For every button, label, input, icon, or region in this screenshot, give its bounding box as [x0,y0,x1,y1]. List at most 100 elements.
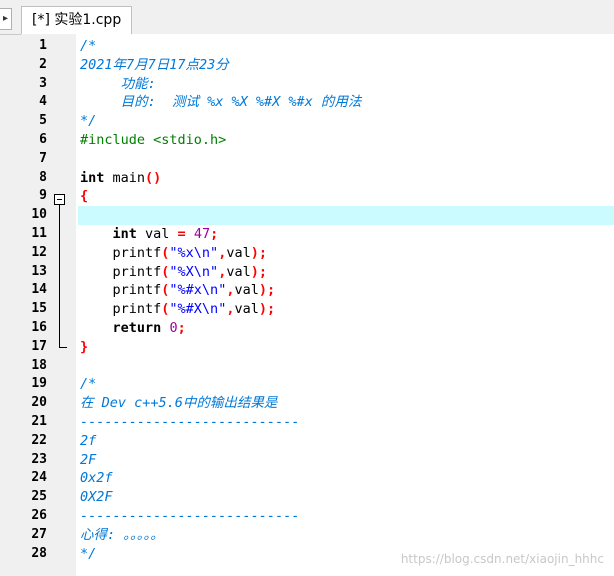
code-token: val [234,282,259,299]
line-text: */ [80,112,96,131]
line-number: 24 [31,470,47,486]
code-line[interactable]: 14 printf("%#x\n",val); [21,281,614,300]
line-number: 28 [31,545,47,561]
code-token: /* [80,38,97,54]
code-token: "%#x\n" [169,282,227,299]
code-token: ); [250,263,267,280]
code-line[interactable]: 3 功能: [21,75,614,94]
code-token: "%X\n" [169,263,219,280]
code-token: 在 Dev c++5.6中的输出结果是 [80,395,278,412]
code-line[interactable]: 13 printf("%X\n",val); [21,263,614,282]
line-number: 23 [31,451,47,467]
code-token: printf [80,282,162,299]
arrow-right-icon[interactable]: ▸ [0,8,12,30]
watermark: https://blog.csdn.net/xiaojin_hhhc [400,552,604,566]
code-token: printf [80,244,162,261]
line-number: 6 [39,131,47,147]
code-token: val [226,263,251,280]
line-text: printf("%#x\n",val); [80,281,276,300]
line-number: 21 [31,413,47,429]
code-line[interactable]: 12 printf("%x\n",val); [21,244,614,263]
code-token: 功能: [80,75,156,92]
line-number: 18 [31,357,47,373]
code-token: --------------------------- [80,507,300,524]
code-token: #include <stdio.h> [80,131,227,148]
code-token: { [80,188,89,205]
code-line[interactable]: 5 */ [21,112,614,131]
code-line[interactable]: 27 心得: 。。。。。 [21,526,614,545]
code-token: */ [80,545,97,562]
code-token: --------------------------- [80,413,300,430]
tab-bar: ▸ [*] 实验1.cpp [0,0,614,35]
code-line[interactable]: 23 2F [21,451,614,470]
code-token: ); [258,301,276,318]
code-line[interactable]: 6 #include <stdio.h> [21,131,614,150]
code-line[interactable]: 2 2021年7月7日17点23分 [21,56,614,75]
line-number: 15 [31,301,47,317]
line-number: 2 [39,56,47,72]
line-text: 心得: 。。。。。 [80,526,164,545]
line-text: /* [80,375,96,394]
line-number: 13 [31,263,47,279]
line-number: 9 [39,188,47,204]
code-line[interactable]: 19 /* [21,375,614,394]
line-text: 2f [80,432,96,451]
code-line[interactable]: 24 0x2f [21,469,614,488]
code-token: 心得: 。。。。。 [80,526,164,543]
current-line-highlight [78,206,614,225]
code-line[interactable]: 11 int val = 47; [21,225,614,244]
code-token: 0 [169,319,178,336]
code-line[interactable]: 17} [21,338,614,357]
line-text: /* [80,37,96,56]
line-number: 16 [31,319,47,335]
code-token: "%#X\n" [169,301,227,318]
line-number: 12 [31,244,47,260]
code-line[interactable]: 4 目的: 测试 %x %X %#X %#x 的用法 [21,93,614,112]
line-text: --------------------------- [80,413,299,432]
code-line[interactable]: 1 /* [21,37,614,56]
code-editor[interactable]: 1/* 2 2021年7月7日17点23分 3 功能: 4 目的: 测试 %x %X %… [21,34,614,576]
code-token: 2F [80,451,97,468]
code-line[interactable]: 25 0X2F [21,488,614,507]
code-line[interactable]: 15 printf("%#X\n",val); [21,300,614,319]
code-line[interactable]: 16 return 0; [21,319,614,338]
code-line[interactable]: 10 [21,206,614,225]
code-token: 47 [193,225,211,242]
line-number: 4 [39,94,47,110]
line-number: 20 [31,395,47,411]
code-token: = [177,225,186,242]
code-line[interactable]: 21 --------------------------- [21,413,614,432]
line-number: 22 [31,432,47,448]
line-text: --------------------------- [80,507,299,526]
line-text: { [80,187,88,206]
file-tab[interactable]: [*] 实验1.cpp [21,6,133,34]
code-token: 2f [80,432,97,449]
code-line[interactable]: 22 2f [21,432,614,451]
code-line[interactable]: 7 [21,150,614,169]
line-number: 7 [39,150,47,166]
line-text: */ [80,545,96,564]
line-text: 0x2f [80,469,113,488]
code-line[interactable]: 18 [21,357,614,376]
line-number: 14 [31,282,47,298]
code-token: 2021年7月7日17点23分 [80,56,229,73]
line-text: 2F [80,451,96,470]
line-text: 0X2F [80,488,113,507]
line-text: #include <stdio.h> [80,131,226,150]
line-number: 25 [31,489,47,505]
code-token: } [80,338,89,355]
code-token: val [226,244,251,261]
code-line[interactable]: 26 --------------------------- [21,507,614,526]
code-line[interactable]: 20 在 Dev c++5.6中的输出结果是 [21,394,614,413]
code-line[interactable]: 9{ [21,187,614,206]
code-token: */ [80,113,97,130]
code-line[interactable]: 8 int main() [21,169,614,188]
fold-toggle-icon[interactable] [54,194,65,205]
line-number: 10 [31,207,47,223]
line-text: printf("%X\n",val); [80,263,268,282]
code-token: printf [80,263,162,280]
code-token: "%x\n" [169,244,219,261]
